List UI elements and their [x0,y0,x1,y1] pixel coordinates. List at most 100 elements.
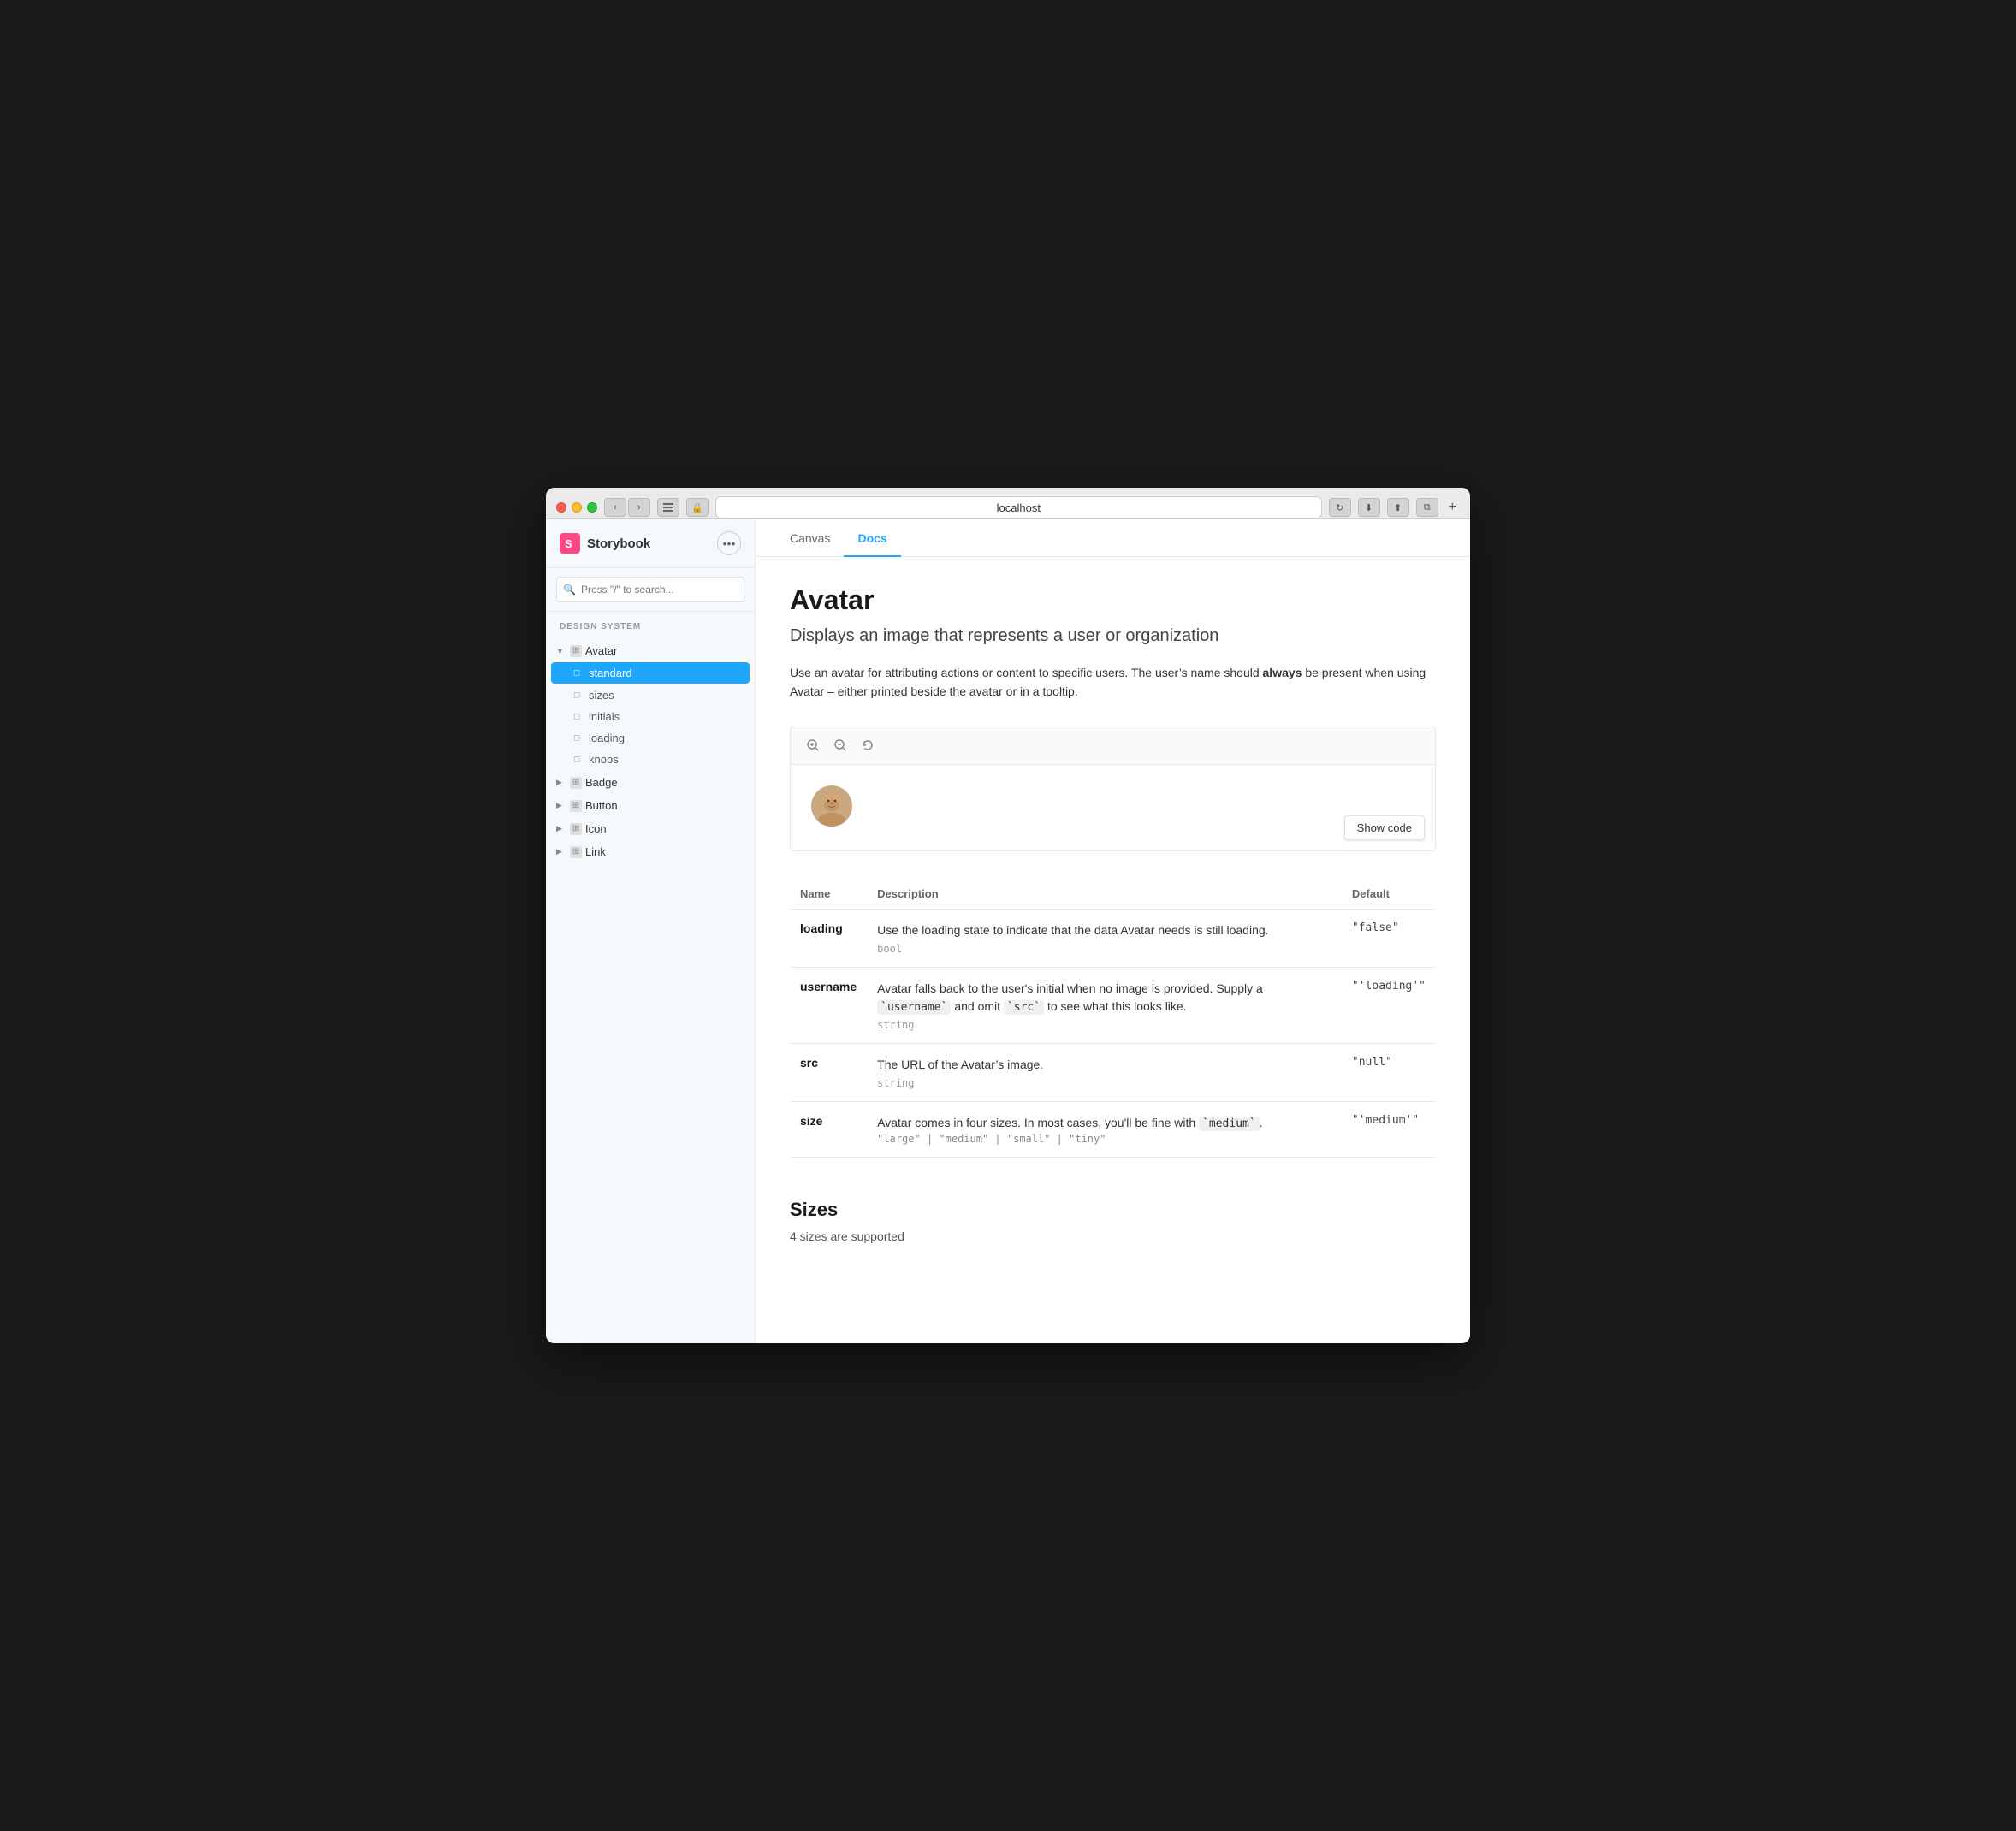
prop-desc-loading: Use the loading state to indicate that t… [867,909,1342,967]
nav-story-standard[interactable]: ◻ standard [551,662,750,684]
reset-zoom-button[interactable] [857,735,878,756]
story-icon-initials: ◻ [573,712,584,721]
prop-name-src: src [790,1044,867,1102]
story-icon-knobs: ◻ [573,755,584,764]
search-wrapper: 🔍 [556,577,744,602]
nav-group-header-badge[interactable]: ▶ ⊞ Badge [546,772,755,793]
sizes-section: Sizes 4 sizes are supported [790,1199,1436,1243]
nav-story-label-initials: initials [589,710,620,723]
new-tab-button[interactable]: ⧉ [1416,498,1438,517]
storybook-logo-text: Storybook [587,536,650,551]
story-icon-sizes: ◻ [573,690,584,700]
zoom-in-button[interactable] [803,735,823,756]
table-row: username Avatar falls back to the user's… [790,967,1436,1044]
maximize-button[interactable] [587,502,597,513]
nav-tree: ▼ ⊞ Avatar ◻ standard ◻ sizes [546,637,755,1343]
col-header-name: Name [790,879,867,910]
doc-subtitle: Displays an image that represents a user… [790,626,1436,646]
doc-description: Use an avatar for attributing actions or… [790,663,1436,702]
search-icon: 🔍 [563,584,576,596]
component-icon-avatar: ⊞ [570,645,582,657]
props-table-header-row: Name Description Default [790,879,1436,910]
show-code-button[interactable]: Show code [1344,815,1425,840]
prop-default-size: "'medium'" [1342,1102,1436,1158]
props-table: Name Description Default loading Use the… [790,879,1436,1158]
expand-icon-link: ▶ [556,847,566,856]
component-icon-icon: ⊞ [570,823,582,835]
avatar-image [811,785,852,827]
component-icon-button: ⊞ [570,800,582,812]
tab-canvas[interactable]: Canvas [776,519,844,557]
nav-group-label-link: Link [585,845,606,858]
nav-section-label: Design System [546,612,755,637]
close-button[interactable] [556,502,566,513]
nav-group-avatar: ▼ ⊞ Avatar ◻ standard ◻ sizes [546,640,755,770]
url-text: localhost [997,501,1041,514]
nav-story-loading[interactable]: ◻ loading [546,727,755,749]
nav-group-icon: ▶ ⊞ Icon [546,818,755,839]
sidebar: S Storybook ••• 🔍 Design System ▼ [546,519,756,1343]
prop-name-username: username [790,967,867,1044]
props-table-body: loading Use the loading state to indicat… [790,909,1436,1157]
nav-group-label-avatar: Avatar [585,644,617,657]
nav-group-header-avatar[interactable]: ▼ ⊞ Avatar [546,640,755,661]
expand-icon-badge: ▶ [556,778,566,787]
sidebar-toggle-button[interactable] [657,498,679,517]
nav-group-header-icon[interactable]: ▶ ⊞ Icon [546,818,755,839]
nav-group-label-icon: Icon [585,822,607,835]
nav-group-badge: ▶ ⊞ Badge [546,772,755,793]
traffic-lights [556,502,597,513]
sidebar-header: S Storybook ••• [546,519,755,568]
back-button[interactable]: ‹ [604,498,626,517]
nav-story-knobs[interactable]: ◻ knobs [546,749,755,770]
browser-chrome: ‹ › 🔒 localhost ↻ ⬇ ⬆ ⧉ + [546,488,1470,519]
share-button[interactable]: ⬆ [1387,498,1409,517]
story-icon-standard: ◻ [573,668,584,678]
story-icon-loading: ◻ [573,733,584,743]
col-header-default: Default [1342,879,1436,910]
add-tab-button[interactable]: + [1445,500,1460,515]
lock-icon-button[interactable]: 🔒 [686,498,709,517]
main-panel: Canvas Docs Avatar Displays an image tha… [756,519,1470,1343]
sizes-heading: Sizes [790,1199,1436,1221]
storybook-logo-icon: S [560,533,580,554]
nav-group-children-avatar: ◻ standard ◻ sizes ◻ initials ◻ [546,662,755,770]
minimize-button[interactable] [572,502,582,513]
prop-desc-text-loading: Use the loading state to indicate that t… [877,921,1331,939]
refresh-button[interactable]: ↻ [1329,498,1351,517]
browser-window: ‹ › 🔒 localhost ↻ ⬇ ⬆ ⧉ + [546,488,1470,1343]
search-input[interactable] [556,577,744,602]
doc-title: Avatar [790,584,1436,616]
nav-story-label-knobs: knobs [589,753,619,766]
preview-toolbar [791,726,1435,765]
prop-desc-size: Avatar comes in four sizes. In most case… [867,1102,1342,1158]
expand-icon-icon: ▶ [556,824,566,833]
avatar-preview [811,785,852,827]
download-button[interactable]: ⬇ [1358,498,1380,517]
table-row: loading Use the loading state to indicat… [790,909,1436,967]
nav-group-link: ▶ ⊞ Link [546,841,755,862]
doc-description-bold: always [1263,666,1302,679]
prop-type-src: string [877,1077,1331,1089]
main-tabs: Canvas Docs [756,519,1470,557]
prop-desc-text-username: Avatar falls back to the user's initial … [877,980,1331,1016]
forward-button[interactable]: › [628,498,650,517]
prop-desc-src: The URL of the Avatar’s image. string [867,1044,1342,1102]
nav-group-header-button[interactable]: ▶ ⊞ Button [546,795,755,816]
nav-story-initials[interactable]: ◻ initials [546,706,755,727]
nav-group-label-button: Button [585,799,618,812]
nav-group-label-badge: Badge [585,776,618,789]
nav-group-button: ▶ ⊞ Button [546,795,755,816]
nav-group-header-link[interactable]: ▶ ⊞ Link [546,841,755,862]
nav-story-sizes[interactable]: ◻ sizes [546,684,755,706]
prop-default-loading: "false" [1342,909,1436,967]
more-options-button[interactable]: ••• [717,531,741,555]
prop-desc-text-size: Avatar comes in four sizes. In most case… [877,1114,1331,1133]
zoom-out-button[interactable] [830,735,851,756]
component-icon-link: ⊞ [570,846,582,858]
address-bar[interactable]: localhost [715,496,1322,518]
main-content: Avatar Displays an image that represents… [756,557,1470,1343]
props-table-header: Name Description Default [790,879,1436,910]
sizes-subtext: 4 sizes are supported [790,1230,1436,1243]
tab-docs[interactable]: Docs [844,519,900,557]
